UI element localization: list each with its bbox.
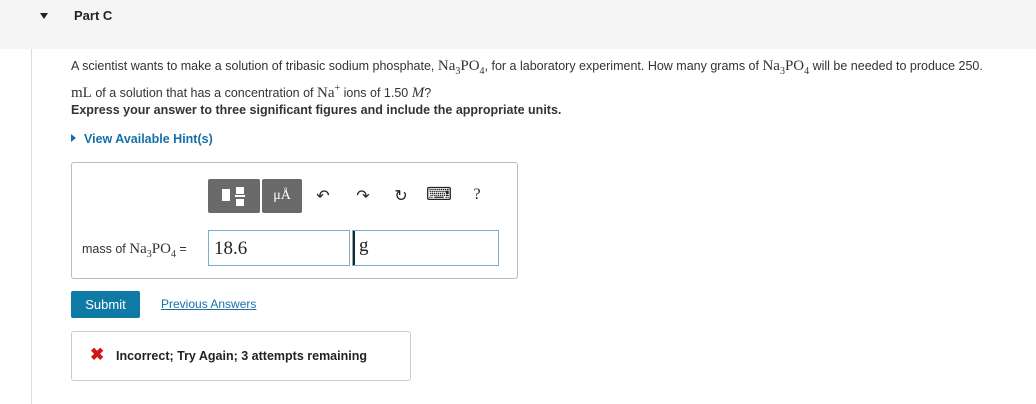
unit-ml: mL — [71, 85, 92, 101]
reset-icon[interactable]: ↻ — [390, 186, 412, 206]
previous-answers-link[interactable]: Previous Answers — [161, 297, 256, 311]
question-text-3: will be needed to produce 250. — [809, 59, 983, 73]
answer-value-input[interactable]: 18.6 — [208, 230, 350, 266]
ion-na: Na+ — [317, 83, 341, 101]
hint-label: View Available Hint(s) — [84, 132, 213, 146]
units-button[interactable]: μÅ — [262, 179, 302, 213]
left-gutter — [0, 49, 32, 404]
help-icon[interactable]: ? — [466, 186, 488, 204]
answer-label-formula: Na3PO4 — [129, 241, 176, 260]
answer-label: mass of Na3PO4 = — [82, 241, 187, 260]
formula-na3po4-2: Na3PO4 — [762, 58, 810, 77]
answer-unit-input[interactable]: g — [352, 230, 499, 266]
template-box-icon — [222, 189, 230, 201]
feedback-box: ✖ Incorrect; Try Again; 3 attempts remai… — [71, 331, 411, 381]
template-fraction-bottom-icon — [236, 199, 244, 206]
question-text-4: of a solution that has a concentration o… — [91, 86, 317, 100]
view-hints-link[interactable]: View Available Hint(s) — [71, 132, 213, 146]
feedback-message: Incorrect; Try Again; 3 attempts remaini… — [116, 349, 367, 363]
error-x-icon: ✖ — [90, 345, 105, 364]
instruction-text: Express your answer to three significant… — [71, 103, 562, 117]
undo-icon[interactable]: ↶ — [312, 186, 334, 206]
answer-label-prefix: mass of — [82, 242, 130, 256]
unit-molar: M — [411, 85, 425, 101]
answer-unit-text: g — [359, 235, 369, 256]
part-title: Part C — [74, 8, 113, 23]
caret-right-icon — [71, 134, 76, 142]
redo-icon[interactable]: ↷ — [352, 186, 374, 206]
answer-box: μÅ ↶ ↷ ↻ ⌨ ? mass of Na3PO4 = 18.6 g — [71, 162, 518, 279]
template-fraction-bar-icon — [235, 195, 245, 197]
text-caret — [353, 231, 355, 265]
template-fraction-top-icon — [236, 187, 244, 194]
submit-button[interactable]: Submit — [71, 291, 140, 318]
chevron-down-icon[interactable] — [40, 13, 48, 19]
question-text-5: ions of 1.50 — [340, 86, 412, 100]
question-text-6: ? — [424, 86, 432, 100]
question-text: A scientist wants to make a solution of … — [71, 58, 1036, 102]
answer-label-suffix: = — [175, 242, 187, 256]
question-text-1: A scientist wants to make a solution of … — [71, 59, 438, 73]
formula-na3po4: Na3PO4 — [437, 58, 485, 77]
question-text-2: , for a laboratory experiment. How many … — [484, 59, 763, 73]
keyboard-icon[interactable]: ⌨ — [426, 184, 452, 205]
templates-button[interactable] — [208, 179, 260, 213]
part-header[interactable]: Part C — [0, 0, 1036, 49]
math-toolbar: μÅ ↶ ↷ ↻ ⌨ ? — [208, 179, 508, 213]
